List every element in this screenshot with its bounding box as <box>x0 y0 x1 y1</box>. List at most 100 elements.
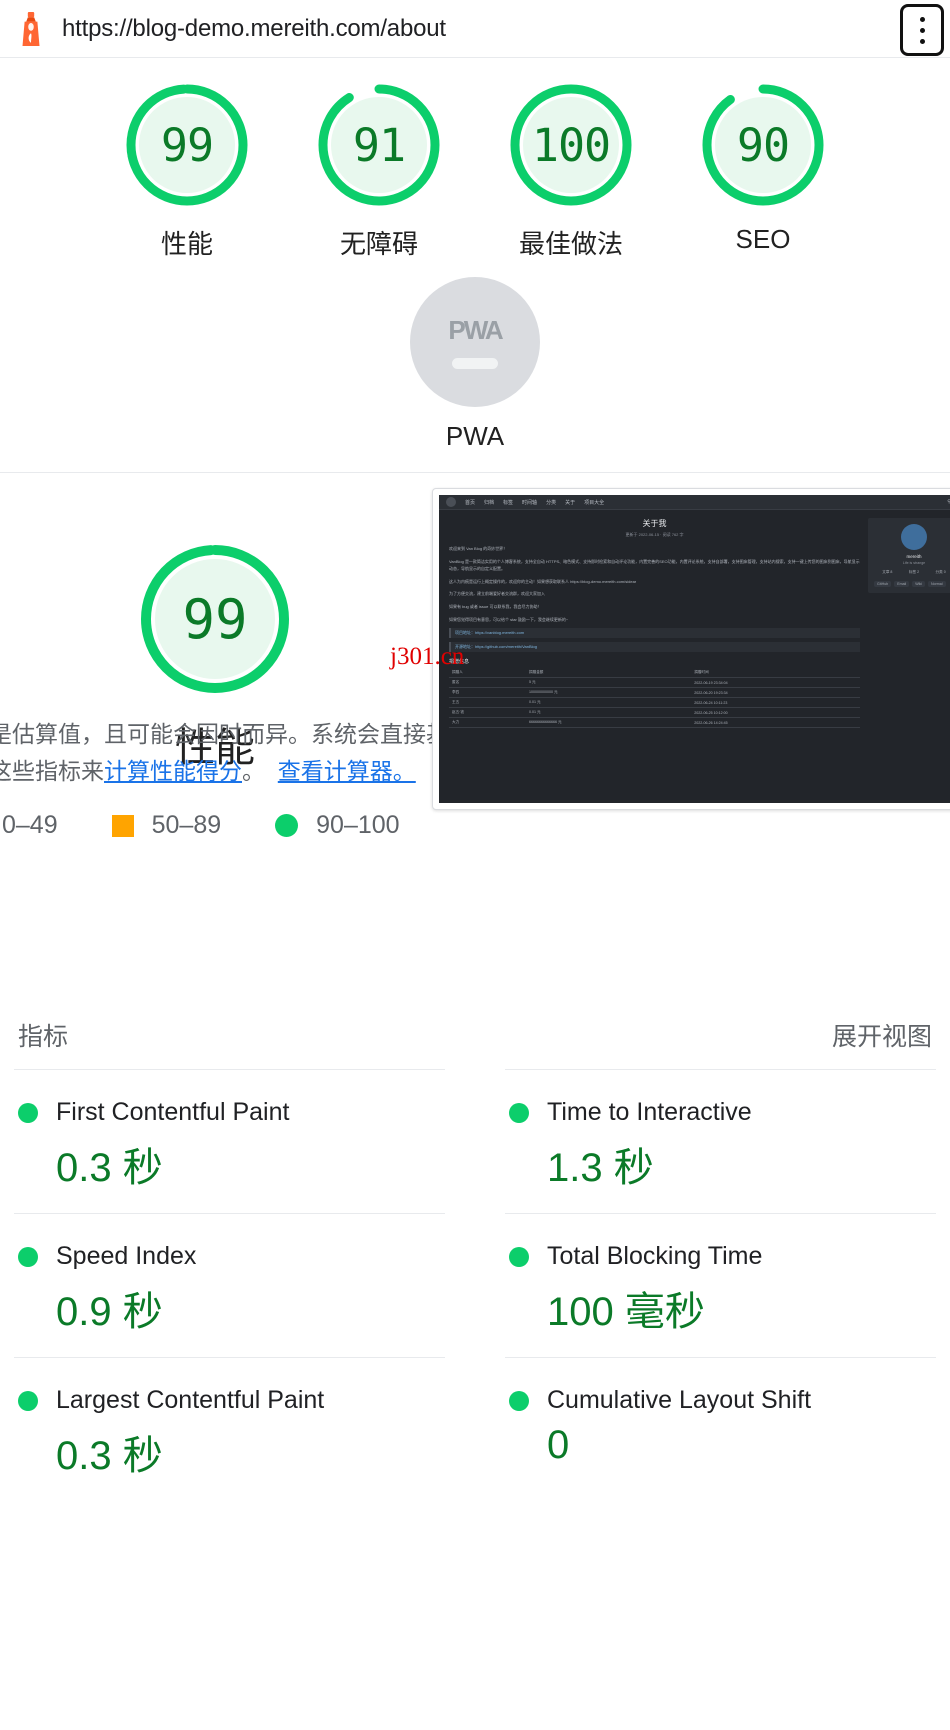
site-nav-item: 时间轴 <box>522 499 538 506</box>
table-row: 李四 100000000000 元 2022-06-20 19:23:34 <box>449 687 860 699</box>
gauge-score-value: 100 <box>531 118 611 172</box>
site-author-desc: Life is strange <box>902 561 926 565</box>
metric-item-first-contentful-paint[interactable]: First Contentful Paint 0.3 秒 <box>14 1069 445 1213</box>
score-legend: 0–49 50–89 90–100 <box>0 811 400 840</box>
table-cell: 66666666666666 元 <box>526 717 692 729</box>
kebab-menu-icon[interactable] <box>900 4 944 56</box>
metric-item-total-blocking-time[interactable]: Total Blocking Time 100 毫秒 <box>505 1213 936 1357</box>
site-post-meta: 更新于 2022-06-15 · 阅读 762 字 <box>625 532 684 537</box>
site-paragraph: VanBlog 是一款简洁实用的个人博客系统，支持全自动 HTTPS、暗色模式、… <box>449 558 860 572</box>
table-cell: 2022-06-26 14:24:45 <box>691 717 860 729</box>
gauge-label: 最佳做法 <box>518 229 623 259</box>
site-body: 关于我 更新于 2022-06-15 · 阅读 762 字 欢迎来到 Van B… <box>439 510 950 736</box>
status-circle-icon <box>509 1246 529 1267</box>
status-circle-icon <box>509 1102 529 1123</box>
site-social-link: Wiki <box>912 581 925 587</box>
site-social-links: GitHub Email Wiki Normal <box>874 581 950 587</box>
site-stat: 标签 2 <box>908 570 920 574</box>
kebab-dot <box>919 38 925 44</box>
site-donation-table: 捐赠人 捐赠金额 捐赠时间 匿名 5 元 2022-06-19 23:34:04… <box>449 668 860 729</box>
score-gauge-best-practices[interactable]: 100 最佳做法 <box>496 80 646 261</box>
metrics-grid: First Contentful Paint 0.3 秒 Speed Index… <box>14 1069 936 1501</box>
section-divider <box>0 472 950 473</box>
final-screenshot-panel[interactable]: 首页 归档 标签 时间轴 分类 关于 项目大全 ⚲ ◑ 关于我 更新于 2022… <box>432 488 950 810</box>
site-logo-icon <box>446 497 456 507</box>
legend-item-average: 50–89 <box>111 811 222 840</box>
table-cell: 2022-06-19 23:34:04 <box>691 677 860 689</box>
metrics-section: 指标 展开视图 First Contentful Paint 0.3 秒 Spe… <box>0 1017 950 1501</box>
status-circle-icon <box>18 1102 38 1123</box>
disclaimer-line-2: 于这些指标来计算性能得分。 查看计算器。 <box>0 755 466 788</box>
site-nav-item: 项目大全 <box>584 499 605 506</box>
metrics-column-left: First Contentful Paint 0.3 秒 Speed Index… <box>14 1069 475 1501</box>
metric-value: 0.9 秒 <box>56 1290 163 1334</box>
performance-gauge-ring: 99 <box>135 539 295 699</box>
url-text[interactable]: https://blog-demo.mereith.com/about <box>62 15 446 43</box>
gauge-ring: 100 <box>506 80 636 210</box>
legend-item-pass: 90–100 <box>275 811 400 840</box>
site-nav-item: 标签 <box>503 499 514 506</box>
final-screenshot-image: 首页 归档 标签 时间轴 分类 关于 项目大全 ⚲ ◑ 关于我 更新于 2022… <box>439 495 950 803</box>
status-circle-icon <box>509 1390 529 1411</box>
score-gauge-pwa[interactable]: PWA PWA <box>400 277 550 452</box>
metric-name: Total Blocking Time <box>547 1242 763 1270</box>
kebab-dot <box>919 16 925 22</box>
metrics-column-right: Time to Interactive 1.3 秒 Total Blocking… <box>475 1069 936 1501</box>
table-cell: 匿名 <box>449 677 527 689</box>
gauge-ring: 91 <box>314 80 444 210</box>
performance-score-calculation-link[interactable]: 计算性能得分 <box>104 758 242 784</box>
metric-item-time-to-interactive[interactable]: Time to Interactive 1.3 秒 <box>505 1069 936 1213</box>
table-cell: 王五 <box>449 697 527 709</box>
kebab-dot <box>919 27 925 33</box>
metric-value: 1.3 秒 <box>547 1146 654 1190</box>
site-paragraph: 如果您觉得项目有意思，可以给个 star 鼓励一下，我会继续更新的~ <box>449 616 569 622</box>
lighthouse-icon <box>22 11 40 46</box>
gauge-score-value: 99 <box>160 118 214 172</box>
metric-item-speed-index[interactable]: Speed Index 0.9 秒 <box>14 1213 445 1357</box>
metric-value: 100 毫秒 <box>547 1290 705 1334</box>
legend-range: 50–89 <box>151 811 222 839</box>
metric-name: Largest Contentful Paint <box>56 1386 325 1414</box>
metric-value: 0.3 秒 <box>56 1434 163 1478</box>
legend-range: 90–100 <box>316 811 400 839</box>
table-cell: 0.01 元 <box>526 707 692 719</box>
pwa-badge-text: PWA <box>448 315 503 345</box>
metric-item-largest-contentful-paint[interactable]: Largest Contentful Paint 0.3 秒 <box>14 1357 445 1501</box>
score-gauge-accessibility[interactable]: 91 无障碍 <box>304 80 454 261</box>
metric-name: Speed Index <box>56 1242 197 1270</box>
metric-value: 0 <box>547 1423 570 1467</box>
table-cell: 2022-06-20 19:23:34 <box>691 687 860 699</box>
table-header-cell: 捐赠时间 <box>691 668 860 679</box>
site-nav-item: 分类 <box>546 499 557 506</box>
gauge-label: 无障碍 <box>339 229 418 259</box>
pwa-badge: PWA <box>410 277 540 407</box>
browser-topbar: https://blog-demo.mereith.com/about <box>0 0 950 58</box>
site-social-link: Email <box>894 581 910 587</box>
metrics-title: 指标 <box>18 1023 69 1051</box>
score-gauge-performance[interactable]: 99 性能 <box>112 80 262 261</box>
site-stat: 分类 0 <box>935 570 946 574</box>
gauge-label: 性能 <box>160 229 213 259</box>
disclaimer-prefix: 于这些指标来 <box>0 758 104 785</box>
site-author-name: mereith <box>906 554 922 559</box>
site-sidebar: mereith Life is strange 文章 8 标签 2 分类 0 G… <box>868 518 950 728</box>
score-gauge-row: 99 性能 91 无障碍 100 最佳做法 90 SEO <box>0 80 950 261</box>
site-post-title: 关于我 <box>642 519 667 528</box>
site-paragraph: 为了方便交流，建立前端爱好者交流群，欢迎大家加入 <box>449 591 545 597</box>
score-gauge-seo[interactable]: 90 SEO <box>688 80 838 255</box>
gauge-ring: 99 <box>122 80 252 210</box>
site-paragraph: 欢迎来到 Van Blog 的奇妙世界！ <box>449 546 508 551</box>
site-navbar: 首页 归档 标签 时间轴 分类 关于 项目大全 ⚲ ◑ <box>439 495 950 510</box>
metric-item-cumulative-layout-shift[interactable]: Cumulative Layout Shift 0 <box>505 1357 936 1488</box>
site-social-link: Normal <box>927 581 946 587</box>
metric-name-row: Speed Index <box>18 1242 441 1271</box>
table-cell: 5 元 <box>526 677 692 689</box>
performance-disclaimer: 都是估算值，且可能会因时而异。系统会直接基 于这些指标来计算性能得分。 查看计算… <box>0 718 466 789</box>
table-cell: 0.01 元 <box>526 697 692 709</box>
expand-view-toggle[interactable]: 展开视图 <box>832 1017 932 1053</box>
view-calculator-link[interactable]: 查看计算器。 <box>278 758 416 784</box>
gauge-label: PWA <box>445 421 505 451</box>
disclaimer-line-1: 都是估算值，且可能会因时而异。系统会直接基 <box>0 721 449 747</box>
status-circle-icon <box>18 1390 38 1411</box>
gauge-ring: 90 <box>698 80 828 210</box>
